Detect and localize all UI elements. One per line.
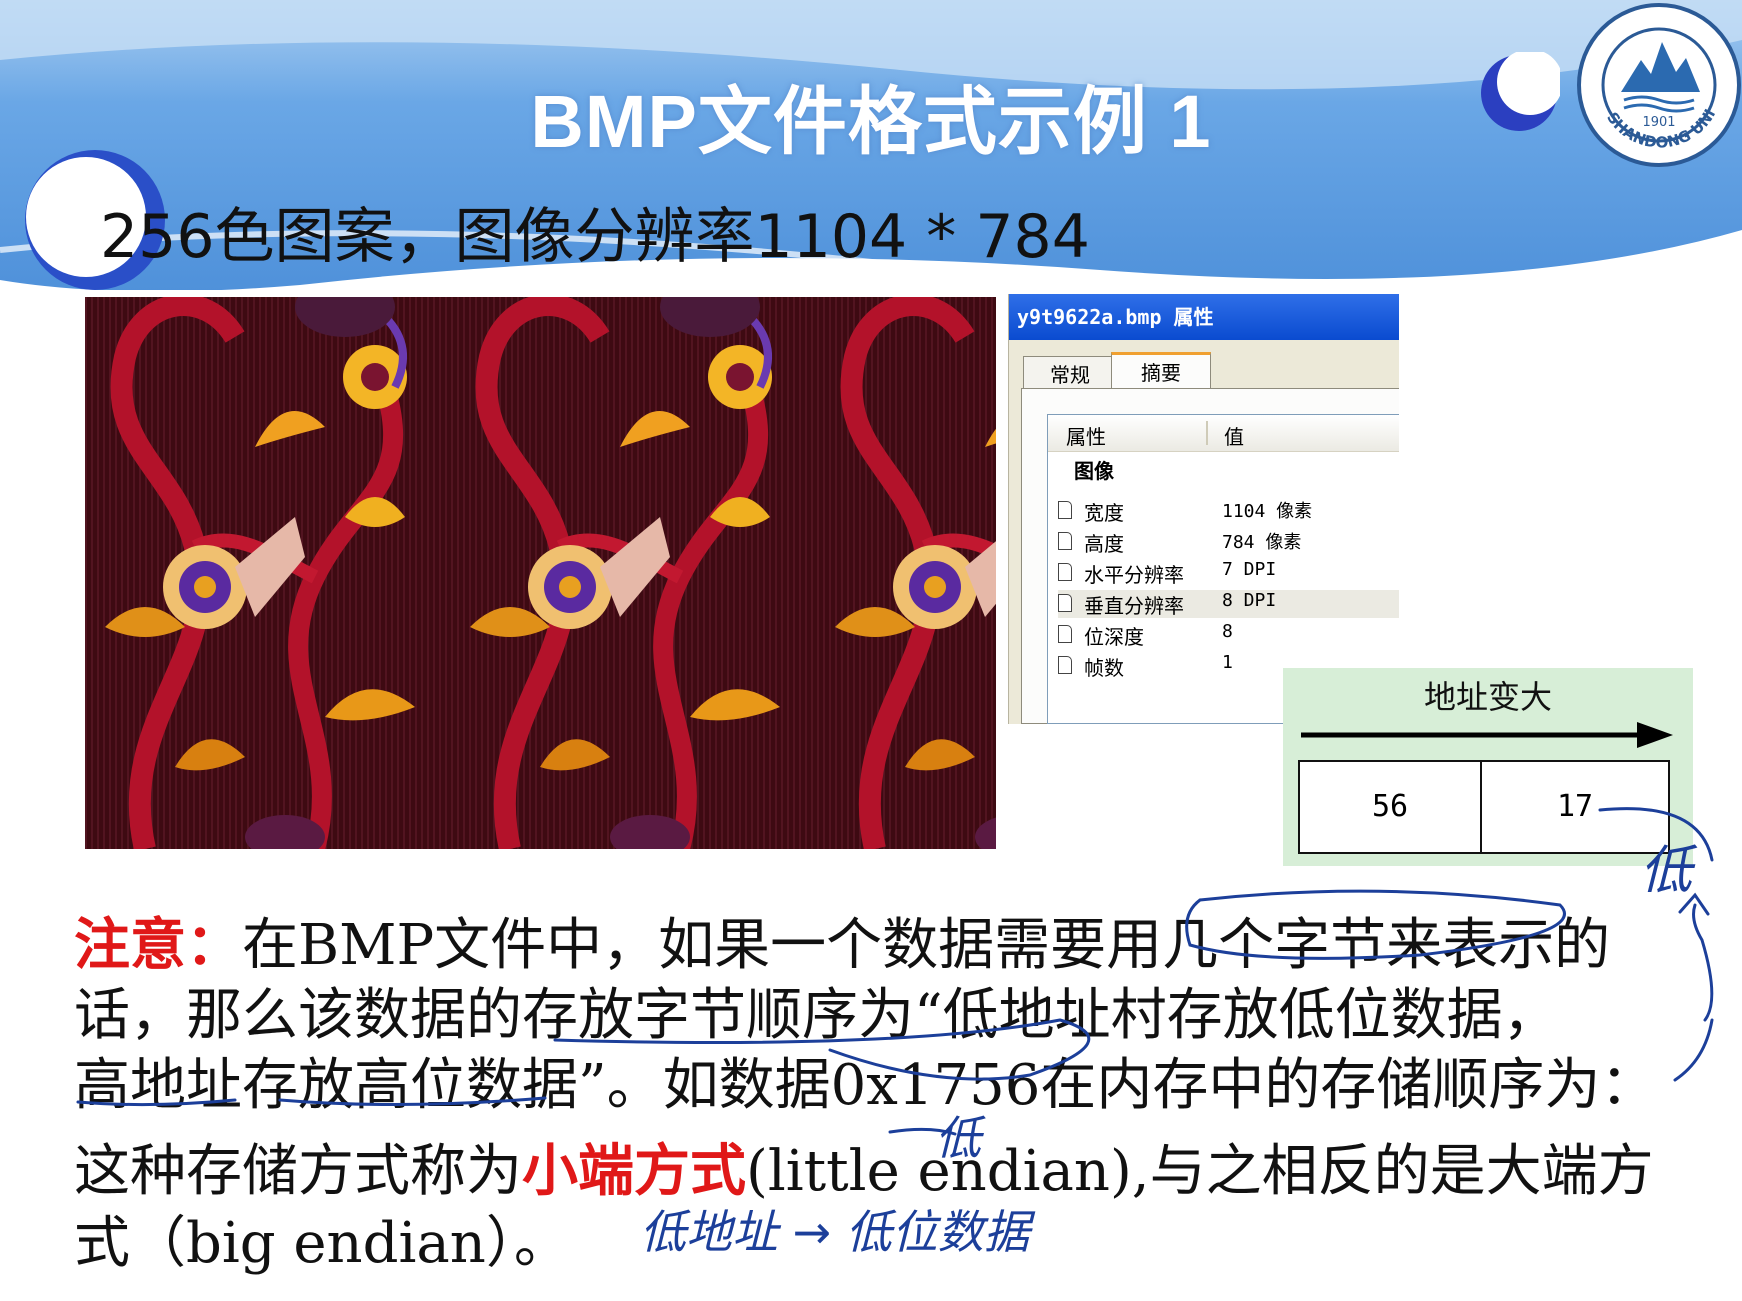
note-text: 在BMP文件中，如果一个数据需要用几个字节来表示的 bbox=[242, 913, 1611, 978]
property-row[interactable]: 宽度 1104 像素 bbox=[1058, 497, 1399, 525]
property-value: 1104 像素 bbox=[1222, 501, 1313, 522]
note-line-1: 注意：在BMP文件中，如果一个数据需要用几个字节来表示的 bbox=[74, 900, 1694, 981]
file-icon bbox=[1058, 501, 1072, 519]
note-text: (little endian),与之相反的是大端方 bbox=[746, 1139, 1654, 1204]
property-label: 宽度 bbox=[1084, 501, 1124, 525]
column-header: 属性 值 bbox=[1048, 415, 1399, 452]
right-arrow-icon bbox=[1301, 722, 1673, 748]
slide-subtitle: 256色图案，图像分辨率1104 * 784 bbox=[100, 202, 1090, 272]
slide: 1901 SHANDONG UNIVERSITY BMP文件格式示例 1 256… bbox=[0, 0, 1742, 1301]
property-value: 8 DPI bbox=[1222, 590, 1277, 611]
tab-general[interactable]: 常规 bbox=[1023, 356, 1117, 388]
property-row[interactable]: 水平分辨率 7 DPI bbox=[1058, 559, 1399, 587]
column-header-property[interactable]: 属性 bbox=[1066, 421, 1106, 450]
file-icon bbox=[1058, 625, 1072, 643]
property-label: 水平分辨率 bbox=[1084, 563, 1184, 587]
property-row[interactable]: 高度 784 像素 bbox=[1058, 528, 1399, 556]
file-icon bbox=[1058, 532, 1072, 550]
note-line-5: 式（big endian）。 bbox=[74, 1211, 570, 1276]
column-separator[interactable] bbox=[1206, 421, 1208, 445]
dialog-titlebar[interactable]: y9t9622a.bmp 属性 bbox=[1009, 294, 1399, 340]
byte-order-diagram: 地址变大 56 17 bbox=[1283, 668, 1693, 866]
note-line-4: 这种存储方式称为小端方式(little endian),与之相反的是大端方 bbox=[74, 1126, 1694, 1207]
note-text: 这种存储方式称为 bbox=[74, 1139, 522, 1204]
property-value: 8 bbox=[1222, 621, 1233, 642]
property-label: 位深度 bbox=[1084, 625, 1144, 649]
properties-dialog: y9t9622a.bmp 属性 常规 摘要 属性 值 图像 宽度 1104 像素… bbox=[1008, 294, 1399, 724]
file-icon bbox=[1058, 594, 1072, 612]
floral-pattern-image bbox=[85, 297, 996, 849]
property-label: 垂直分辨率 bbox=[1084, 594, 1184, 618]
tab-summary[interactable]: 摘要 bbox=[1111, 352, 1211, 388]
low-address-byte: 56 bbox=[1371, 789, 1409, 824]
property-value: 7 DPI bbox=[1222, 559, 1277, 580]
high-address-byte: 17 bbox=[1556, 789, 1594, 824]
slide-title: BMP文件格式示例 1 bbox=[530, 80, 1212, 163]
property-label: 高度 bbox=[1084, 532, 1124, 556]
column-header-value[interactable]: 值 bbox=[1224, 421, 1244, 450]
property-row-selected[interactable]: 垂直分辨率 8 DPI bbox=[1058, 590, 1399, 618]
property-row[interactable]: 位深度 8 bbox=[1058, 621, 1399, 649]
file-icon bbox=[1058, 656, 1072, 674]
note-lead: 注意： bbox=[74, 913, 242, 978]
bracket-stroke bbox=[1692, 903, 1714, 1022]
little-endian-highlight: 小端方式 bbox=[522, 1139, 746, 1204]
group-header-image: 图像 bbox=[1074, 459, 1114, 483]
address-increase-label: 地址变大 bbox=[1423, 678, 1552, 716]
note-line-2: 话，那么该数据的存放字节顺序为“低地址村存放低位数据， bbox=[74, 983, 1559, 1048]
note-line-3: 高地址存放高位数据”。如数据0x1756在内存中的存储顺序为： bbox=[74, 1053, 1657, 1118]
byte-cells: 56 17 bbox=[1298, 760, 1670, 854]
property-value: 1 bbox=[1222, 652, 1233, 673]
property-label: 帧数 bbox=[1084, 656, 1124, 680]
property-value: 784 像素 bbox=[1222, 532, 1302, 553]
file-icon bbox=[1058, 563, 1072, 581]
